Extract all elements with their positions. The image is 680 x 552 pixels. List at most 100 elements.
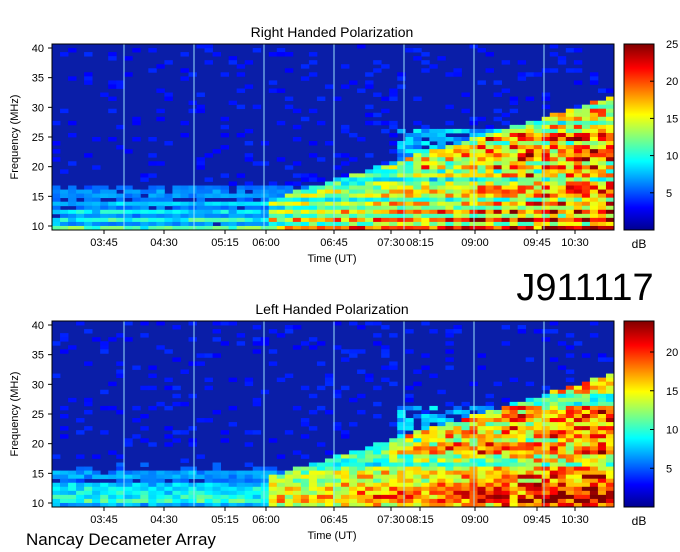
- heatmap-cell: [437, 389, 446, 395]
- heatmap-cell: [461, 466, 470, 472]
- heatmap-cell: [405, 450, 414, 455]
- heatmap-cell: [300, 470, 310, 476]
- heatmap-cell: [429, 128, 438, 134]
- heatmap-cell: [228, 201, 238, 207]
- heatmap-cell: [597, 474, 607, 480]
- heatmap-cell: [349, 349, 358, 354]
- heatmap-cell: [324, 470, 334, 476]
- heatmap-cell: [196, 165, 205, 170]
- heatmap-cell: [541, 161, 551, 166]
- heatmap-cell: [300, 482, 310, 488]
- heatmap-cell: [60, 486, 69, 492]
- heatmap-cell: [156, 478, 165, 484]
- heatmap-cell: [92, 197, 101, 203]
- heatmap-cell: [597, 478, 607, 484]
- heatmap-cell: [116, 209, 125, 215]
- heatmap-cell: [132, 189, 141, 195]
- heatmap-cell: [60, 169, 69, 174]
- heatmap-cell: [477, 414, 486, 419]
- heatmap-cell: [541, 92, 551, 97]
- heatmap-cell: [565, 393, 575, 399]
- heatmap-cell: [373, 478, 382, 484]
- heatmap-cell: [525, 72, 535, 77]
- heatmap-cell: [60, 470, 69, 476]
- heatmap-cell: [268, 80, 278, 85]
- heatmap-cell: [156, 197, 165, 203]
- heatmap-cell: [188, 442, 197, 447]
- heatmap-cell: [220, 341, 230, 346]
- heatmap-cell: [581, 145, 591, 150]
- heatmap-cell: [565, 389, 575, 395]
- heatmap-cell: [116, 486, 125, 492]
- heatmap-cell: [549, 128, 559, 134]
- heatmap-cell: [188, 205, 197, 211]
- heatmap-cell: [437, 462, 446, 467]
- heatmap-cell: [477, 157, 486, 162]
- heatmap-cell: [252, 498, 262, 504]
- heatmap-cell: [381, 108, 390, 114]
- heatmap-cell: [605, 141, 615, 146]
- heatmap-cell: [485, 486, 494, 492]
- heatmap-cell: [445, 426, 454, 431]
- heatmap-cell: [60, 189, 69, 195]
- heatmap-cell: [573, 393, 583, 399]
- heatmap-cell: [589, 385, 599, 391]
- heatmap-cell: [292, 498, 302, 504]
- heatmap-cell: [589, 474, 599, 480]
- heatmap-cell: [324, 494, 334, 500]
- heatmap-cell: [204, 48, 213, 53]
- heatmap-cell: [453, 405, 462, 411]
- heatmap-cell: [565, 48, 575, 53]
- heatmap-cell: [573, 414, 583, 419]
- heatmap-cell: [260, 341, 270, 346]
- heatmap-cell: [188, 474, 197, 480]
- heatmap-cell: [341, 466, 350, 472]
- heatmap-cell: [381, 446, 390, 451]
- colorbar-label: dB: [632, 237, 647, 251]
- heatmap-cell: [445, 173, 454, 178]
- x-tick-label: 07:30: [377, 514, 405, 526]
- heatmap-cell: [252, 430, 262, 435]
- heatmap-cell: [461, 189, 470, 195]
- heatmap-cell: [421, 353, 430, 358]
- heatmap-cell: [292, 213, 302, 219]
- heatmap-cell: [284, 181, 294, 186]
- heatmap-cell: [597, 490, 607, 496]
- heatmap-cell: [308, 426, 318, 431]
- heatmap-cell: [357, 88, 366, 93]
- heatmap-cell: [533, 161, 543, 166]
- heatmap-cell: [204, 494, 213, 500]
- heatmap-cell: [501, 430, 511, 435]
- heatmap-cell: [324, 498, 334, 504]
- heatmap-cell: [164, 442, 173, 447]
- heatmap-cell: [188, 217, 197, 223]
- x-tick-label: 04:30: [150, 237, 178, 249]
- heatmap-cell: [349, 494, 358, 500]
- heatmap-cell: [76, 498, 85, 504]
- heatmap-cell: [316, 462, 326, 467]
- heatmap-cell: [573, 177, 583, 182]
- heatmap-cell: [140, 189, 149, 195]
- colorbar: 510152025dB: [623, 39, 678, 251]
- heatmap-cell: [300, 185, 310, 190]
- heatmap-cell: [573, 446, 583, 451]
- heatmap-cell: [597, 100, 607, 106]
- heatmap-cell: [557, 438, 567, 443]
- heatmap-cell: [260, 466, 270, 472]
- heatmap-cell: [349, 458, 358, 463]
- heatmap-cell: [389, 333, 398, 338]
- heatmap-cell: [589, 466, 599, 472]
- heatmap-cell: [196, 470, 205, 476]
- heatmap-cell: [381, 173, 390, 178]
- heatmap-cell: [365, 84, 374, 89]
- heatmap-cell: [180, 209, 189, 215]
- heatmap-cell: [573, 454, 583, 459]
- heatmap-cell: [549, 177, 559, 182]
- heatmap-cell: [453, 205, 462, 211]
- heatmap-cell: [204, 482, 213, 488]
- heatmap-cell: [549, 44, 559, 49]
- heatmap-cell: [493, 145, 502, 150]
- heatmap-cell: [389, 88, 398, 93]
- heatmap-cell: [605, 145, 615, 150]
- heatmap-cell: [341, 185, 350, 190]
